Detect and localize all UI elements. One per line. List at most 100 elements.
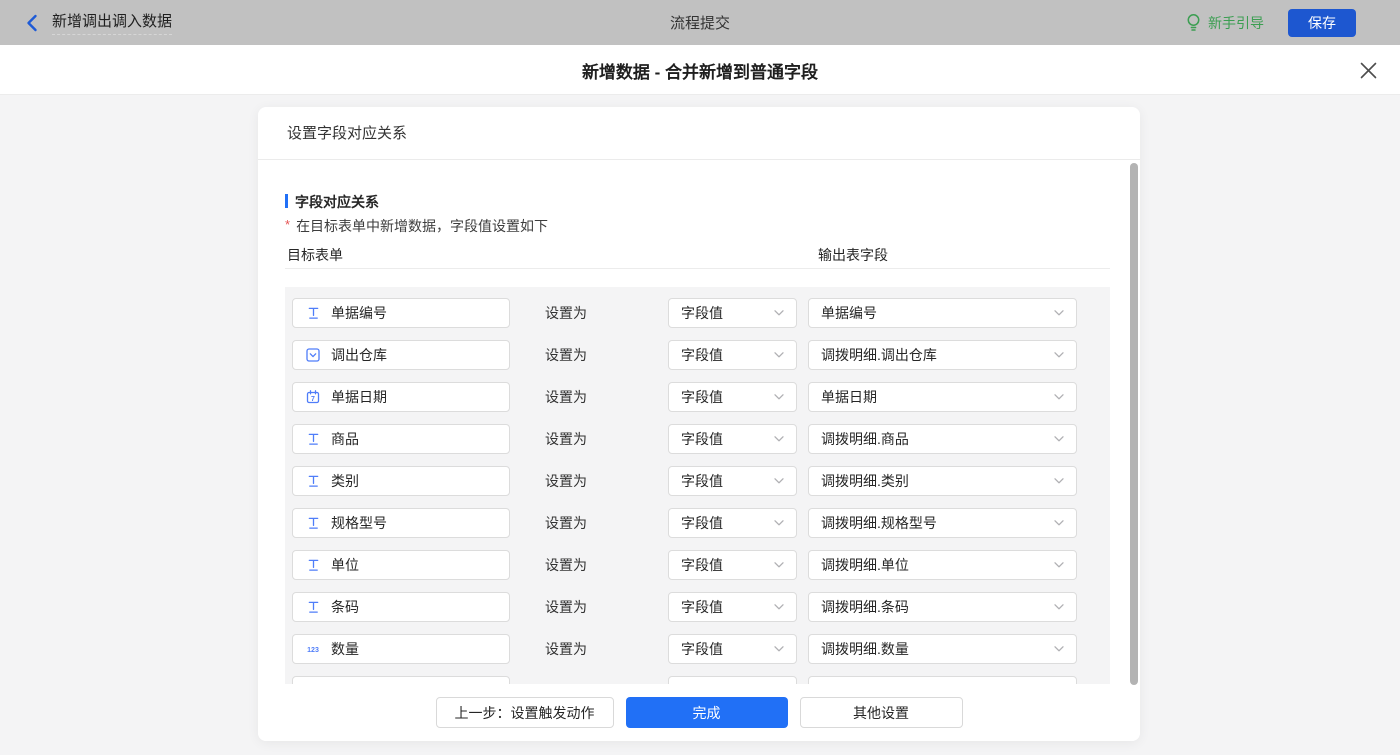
output-field-select[interactable]: 单据编号	[808, 298, 1077, 328]
value-mode-select[interactable]: 字段值	[668, 550, 797, 580]
chevron-down-icon	[1054, 562, 1064, 568]
chevron-down-icon	[1054, 478, 1064, 484]
set-as-label: 设置为	[545, 424, 615, 454]
target-field-label: 数量	[331, 639, 359, 659]
value-mode-select[interactable]: 字段值	[668, 634, 797, 664]
column-divider	[285, 268, 1110, 269]
field-mapping-row: 7单据日期设置为字段值单据日期	[285, 382, 1110, 412]
output-field-select-value: 单据编号	[821, 303, 877, 323]
close-icon[interactable]	[1359, 61, 1377, 79]
guide-label: 新手引导	[1208, 13, 1264, 33]
set-as-label: 设置为	[545, 466, 615, 496]
card-header-title: 设置字段对应关系	[258, 107, 1140, 160]
chevron-down-icon	[774, 646, 784, 652]
hint-text: 在目标表单中新增数据，字段值设置如下	[296, 216, 548, 236]
svg-text:7: 7	[311, 396, 315, 403]
field-mapping-row: 调出仓库 设置为 字段值 调拨明细.调出仓库	[285, 340, 1110, 370]
section-accent-bar	[285, 194, 288, 208]
output-field-select-value: 调拨明细.条码	[821, 597, 909, 617]
output-field-select[interactable]: 调拨明细.类别	[808, 466, 1077, 496]
target-field-label: 单据编号	[331, 303, 387, 323]
modal-header: 新增数据 - 合并新增到普通字段	[0, 45, 1400, 95]
value-mode-select[interactable]	[668, 676, 797, 684]
target-field-label: 规格型号	[331, 513, 387, 533]
field-mapping-row: 商品 设置为 字段值调拨明细.商品	[285, 424, 1110, 454]
chevron-down-icon	[1054, 604, 1064, 610]
value-mode-select-value: 字段值	[681, 471, 723, 491]
chevron-down-icon	[774, 310, 784, 316]
output-field-select-value: 调拨明细.调出仓库	[821, 345, 937, 365]
target-field-chip: 单位	[292, 550, 510, 580]
output-field-select[interactable]: 调拨明细.调出仓库	[808, 340, 1077, 370]
target-field-label: 单位	[331, 555, 359, 575]
chevron-down-icon	[774, 394, 784, 400]
set-as-label	[545, 676, 615, 684]
save-button[interactable]: 保存	[1288, 9, 1356, 37]
scrollbar-thumb[interactable]	[1130, 163, 1138, 685]
lightbulb-icon	[1186, 13, 1201, 33]
output-field-select[interactable]: 调拨明细.商品	[808, 424, 1077, 454]
output-field-select-value: 单据日期	[821, 387, 877, 407]
target-field-label: 商品	[331, 429, 359, 449]
number-field-icon: 123	[305, 642, 321, 656]
chevron-down-icon	[774, 520, 784, 526]
text-field-icon	[305, 558, 321, 572]
set-as-label: 设置为	[545, 340, 615, 370]
topbar: 新增调出调入数据 流程提交 新手引导 保存	[0, 0, 1400, 45]
output-field-select[interactable]: 调拨明细.规格型号	[808, 508, 1077, 538]
select-field-icon	[305, 348, 321, 362]
field-mapping-row: 单据编号 设置为 字段值 单据编号	[285, 298, 1110, 328]
output-field-select-value: 调拨明细.单位	[821, 555, 909, 575]
output-field-select[interactable]: 调拨明细.数量	[808, 634, 1077, 664]
chevron-down-icon	[1054, 646, 1064, 652]
value-mode-select-value: 字段值	[681, 345, 723, 365]
value-mode-select[interactable]: 字段值	[668, 340, 797, 370]
output-field-select[interactable]: 单据日期	[808, 382, 1077, 412]
target-field-chip: 条码	[292, 592, 510, 622]
output-field-select-value: 调拨明细.类别	[821, 471, 909, 491]
value-mode-select-value: 字段值	[681, 513, 723, 533]
chevron-down-icon	[1054, 436, 1064, 442]
other-settings-button[interactable]: 其他设置	[800, 697, 963, 728]
value-mode-select[interactable]: 字段值	[668, 382, 797, 412]
prev-step-button[interactable]: 上一步：设置触发动作	[436, 697, 614, 728]
value-mode-select[interactable]: 字段值	[668, 466, 797, 496]
value-mode-select[interactable]: 字段值	[668, 592, 797, 622]
chevron-down-icon	[1054, 352, 1064, 358]
chevron-down-icon	[774, 478, 784, 484]
set-as-label: 设置为	[545, 508, 615, 538]
card-footer: 上一步：设置触发动作 完成 其他设置	[258, 684, 1140, 741]
field-mapping-row: 123 数量 设置为 字段值调拨明细.数量	[285, 634, 1110, 664]
set-as-label: 设置为	[545, 592, 615, 622]
done-button[interactable]: 完成	[626, 697, 788, 728]
value-mode-select[interactable]: 字段值	[668, 424, 797, 454]
field-mapping-card: 设置字段对应关系 字段对应关系 * 在目标表单中新增数据，字段值设置如下 目标表…	[258, 107, 1140, 741]
target-field-label: 调出仓库	[331, 345, 387, 365]
value-mode-select-value: 字段值	[681, 303, 723, 323]
required-mark: *	[285, 217, 290, 232]
target-field-chip: 商品	[292, 424, 510, 454]
target-field-label: 条码	[331, 597, 359, 617]
chevron-down-icon	[1054, 520, 1064, 526]
value-mode-select[interactable]: 字段值	[668, 508, 797, 538]
output-field-select[interactable]	[808, 676, 1077, 684]
target-field-label: 类别	[331, 471, 359, 491]
text-field-icon	[305, 432, 321, 446]
output-field-select[interactable]: 调拨明细.条码	[808, 592, 1077, 622]
section-hint: * 在目标表单中新增数据，字段值设置如下	[285, 216, 548, 236]
topbar-right: 新手引导 保存	[1186, 0, 1400, 45]
column-header-target-form: 目标表单	[287, 245, 343, 265]
target-field-chip: 单据编号	[292, 298, 510, 328]
output-field-select[interactable]: 调拨明细.单位	[808, 550, 1077, 580]
value-mode-select[interactable]: 字段值	[668, 298, 797, 328]
field-mapping-row: 类别 设置为 字段值 调拨明细.类别	[285, 466, 1110, 496]
field-mapping-row	[285, 676, 1110, 684]
column-header-output-field: 输出表字段	[818, 245, 888, 265]
target-field-chip: 调出仓库	[292, 340, 510, 370]
text-field-icon	[305, 600, 321, 614]
chevron-down-icon	[774, 352, 784, 358]
modal-title: 新增数据 - 合并新增到普通字段	[0, 45, 1400, 95]
set-as-label: 设置为	[545, 298, 615, 328]
set-as-label: 设置为	[545, 634, 615, 664]
beginner-guide-link[interactable]: 新手引导	[1186, 13, 1264, 33]
